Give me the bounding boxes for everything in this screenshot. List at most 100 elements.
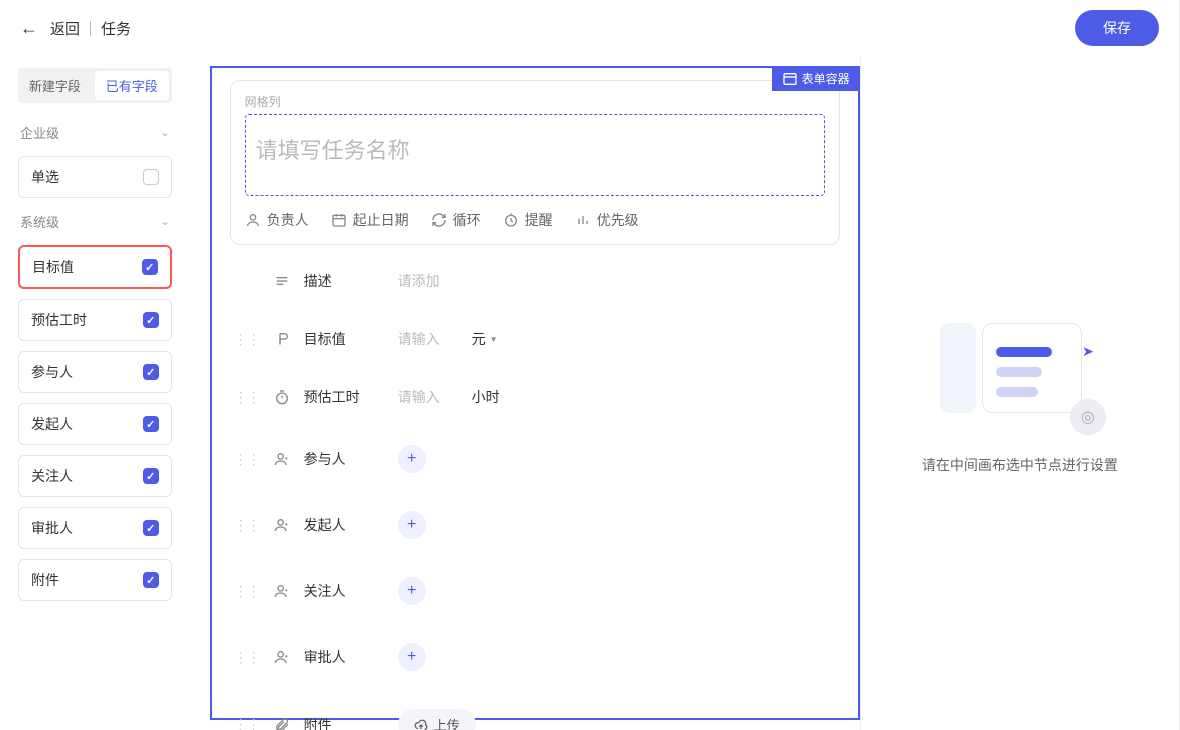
- field-label: 预估工时: [31, 310, 87, 330]
- canvas-wrap: 表单容器 网格列 请填写任务名称 负责人 起止日期: [190, 56, 860, 730]
- cursor-icon: ➤: [1082, 343, 1094, 360]
- group-label: 企业级: [20, 123, 59, 142]
- canvas-badge: 表单容器: [772, 66, 860, 91]
- priority-icon: [575, 212, 591, 228]
- row-placeholder[interactable]: 请输入: [398, 329, 458, 349]
- person-icon: [245, 212, 261, 228]
- drag-handle-icon[interactable]: ⋮⋮: [234, 583, 260, 600]
- field-item-attachment[interactable]: 附件: [18, 559, 172, 601]
- people-icon: [274, 583, 290, 599]
- field-item-approver[interactable]: 审批人: [18, 507, 172, 549]
- header-left: ← 返回 任务: [20, 18, 131, 39]
- target-icon: [274, 331, 290, 347]
- task-title-input[interactable]: 请填写任务名称: [245, 114, 825, 196]
- form-container[interactable]: 网格列 请填写任务名称 负责人 起止日期 循环: [230, 80, 840, 245]
- group-header-enterprise[interactable]: 企业级 ⌄: [18, 119, 172, 146]
- field-label: 审批人: [31, 518, 73, 538]
- field-item-participant[interactable]: 参与人: [18, 351, 172, 393]
- cloud-upload-icon: [414, 718, 428, 730]
- group-header-system[interactable]: 系统级 ⌄: [18, 208, 172, 235]
- row-label: 审批人: [304, 647, 384, 667]
- checkbox[interactable]: [143, 169, 159, 185]
- row-target[interactable]: ⋮⋮ 目标值 请输入 元 ▼: [230, 317, 840, 361]
- drag-handle-icon[interactable]: ⋮⋮: [234, 517, 260, 534]
- field-label: 单选: [31, 167, 59, 187]
- checkbox[interactable]: [143, 364, 159, 380]
- back-arrow-icon[interactable]: ←: [20, 18, 38, 39]
- chevron-down-icon: ⌄: [160, 126, 169, 139]
- drag-handle-icon[interactable]: ⋮⋮: [234, 649, 260, 666]
- checkbox[interactable]: [143, 572, 159, 588]
- unit-select[interactable]: 元 ▼: [472, 329, 498, 349]
- row-attachment[interactable]: ⋮⋮ 附件 上传: [230, 697, 840, 730]
- calendar-icon: [331, 212, 347, 228]
- breadcrumb: 返回 任务: [50, 18, 131, 39]
- add-button[interactable]: +: [398, 643, 426, 671]
- checkbox[interactable]: [142, 259, 158, 275]
- form-canvas[interactable]: 表单容器 网格列 请填写任务名称 负责人 起止日期: [210, 66, 860, 720]
- meta-label: 优先级: [597, 210, 639, 230]
- drag-handle-icon[interactable]: ⋮⋮: [234, 716, 260, 730]
- drag-handle-icon[interactable]: ⋮⋮: [234, 451, 260, 468]
- meta-repeat[interactable]: 循环: [431, 210, 481, 230]
- row-placeholder[interactable]: 请添加: [398, 271, 458, 291]
- chevron-down-icon: ⌄: [160, 215, 169, 228]
- row-description[interactable]: ⋮⋮ 描述 请添加: [230, 259, 840, 303]
- field-label: 附件: [31, 570, 59, 590]
- row-label: 发起人: [304, 515, 384, 535]
- meta-row: 负责人 起止日期 循环 提醒: [245, 210, 825, 230]
- row-initiator[interactable]: ⋮⋮ 发起人 +: [230, 499, 840, 551]
- upload-button[interactable]: 上传: [398, 709, 476, 730]
- gear-icon: ◎: [1070, 399, 1106, 435]
- meta-label: 循环: [453, 210, 481, 230]
- row-label: 关注人: [304, 581, 384, 601]
- caret-down-icon: ▼: [490, 335, 498, 344]
- row-follower[interactable]: ⋮⋮ 关注人 +: [230, 565, 840, 617]
- drag-handle-icon[interactable]: ⋮⋮: [234, 331, 260, 348]
- desc-icon: [274, 273, 290, 289]
- right-panel: ➤ ◎ 请在中间画布选中节点进行设置: [860, 56, 1179, 730]
- field-item-follower[interactable]: 关注人: [18, 455, 172, 497]
- meta-owner[interactable]: 负责人: [245, 210, 309, 230]
- divider: [90, 21, 91, 36]
- field-label: 发起人: [31, 414, 73, 434]
- badge-label: 表单容器: [802, 70, 850, 87]
- add-button[interactable]: +: [398, 445, 426, 473]
- meta-label: 起止日期: [353, 210, 409, 230]
- checkbox[interactable]: [143, 468, 159, 484]
- bell-icon: [503, 212, 519, 228]
- meta-priority[interactable]: 优先级: [575, 210, 639, 230]
- tab-new-field[interactable]: 新建字段: [18, 68, 92, 103]
- clip-icon: [274, 717, 290, 730]
- sidebar: 新建字段 已有字段 企业级 ⌄ 单选 系统级 ⌄ 目标值 预估工时: [0, 56, 190, 730]
- meta-dates[interactable]: 起止日期: [331, 210, 409, 230]
- unit-label: 元: [472, 329, 486, 349]
- field-label: 目标值: [32, 257, 74, 277]
- row-placeholder[interactable]: 请输入: [398, 387, 458, 407]
- back-label[interactable]: 返回: [50, 18, 80, 39]
- add-button[interactable]: +: [398, 511, 426, 539]
- tab-existing-field[interactable]: 已有字段: [95, 71, 169, 100]
- row-hours[interactable]: ⋮⋮ 预估工时 请输入 小时: [230, 375, 840, 419]
- field-item-hours[interactable]: 预估工时: [18, 299, 172, 341]
- page-title: 任务: [101, 18, 131, 39]
- checkbox[interactable]: [143, 312, 159, 328]
- checkbox[interactable]: [143, 416, 159, 432]
- group-label: 系统级: [20, 212, 59, 231]
- field-item-initiator[interactable]: 发起人: [18, 403, 172, 445]
- tab-row: 新建字段 已有字段: [18, 68, 172, 103]
- field-item-radio[interactable]: 单选: [18, 156, 172, 198]
- people-icon: [274, 517, 290, 533]
- meta-remind[interactable]: 提醒: [503, 210, 553, 230]
- save-button[interactable]: 保存: [1075, 10, 1159, 46]
- drag-handle-icon[interactable]: ⋮⋮: [234, 389, 260, 406]
- row-label: 附件: [304, 715, 384, 730]
- row-label: 描述: [304, 271, 384, 291]
- row-label: 参与人: [304, 449, 384, 469]
- add-button[interactable]: +: [398, 577, 426, 605]
- field-item-target[interactable]: 目标值: [18, 245, 172, 289]
- checkbox[interactable]: [143, 520, 159, 536]
- header: ← 返回 任务 保存: [0, 0, 1179, 56]
- row-approver[interactable]: ⋮⋮ 审批人 +: [230, 631, 840, 683]
- row-participant[interactable]: ⋮⋮ 参与人 +: [230, 433, 840, 485]
